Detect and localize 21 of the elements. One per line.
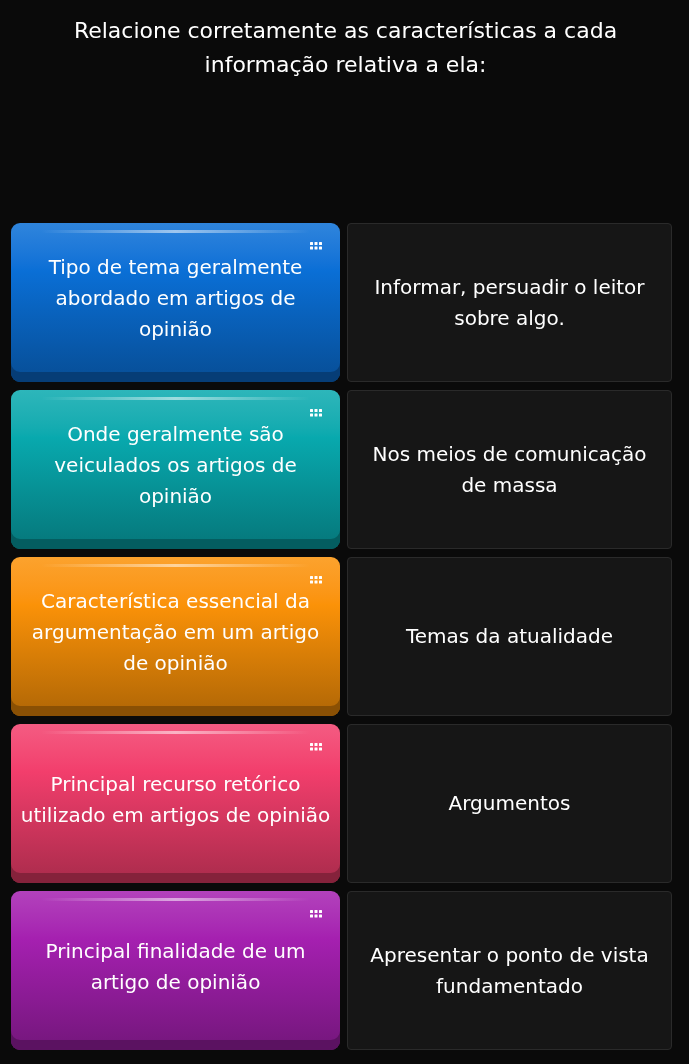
answer-text: Temas da atualidade	[405, 623, 613, 650]
draggable-card[interactable]: Tipo de tema geralmente abordado em artigos de opinião	[11, 223, 340, 382]
draggable-card[interactable]: Onde geralmente são veiculados os artigos de opinião	[11, 390, 340, 549]
draggable-card[interactable]: Principal finalidade de um artigo de opinião	[11, 891, 340, 1050]
drag-handle-icon[interactable]	[310, 409, 322, 417]
prompt-text: Principal finalidade de um artigo de opinião	[44, 937, 307, 996]
prompt-text: Característica essencial da argumentação em um artigo de opinião	[30, 588, 321, 677]
drag-handle-icon[interactable]	[310, 910, 322, 918]
drag-handle-icon[interactable]	[310, 242, 322, 250]
answer-text: Apresentar o ponto de vista fundamentado	[369, 941, 650, 1000]
draggable-card[interactable]: Característica essencial da argumentação em um artigo de opinião	[11, 557, 340, 716]
draggable-card[interactable]: Principal recurso retórico utilizado em artigos de opinião	[11, 724, 340, 883]
answer-text: Informar, persuadir o leitor sobre algo.	[373, 273, 646, 332]
drag-handle-icon[interactable]	[310, 743, 322, 751]
answer-text: Nos meios de comunicação de massa	[371, 440, 648, 499]
prompt-text: Principal recurso retórico utilizado em artigos de opinião	[19, 770, 332, 829]
prompt-text: Tipo de tema geralmente abordado em artigos de opinião	[47, 254, 304, 343]
drag-handle-icon[interactable]	[310, 576, 322, 584]
question-text: Relacione corretamente as características a cada informação relativa a ela:	[72, 17, 619, 79]
prompt-text: Onde geralmente são veiculados os artigos de opinião	[53, 421, 298, 510]
answer-text: Argumentos	[448, 790, 571, 817]
